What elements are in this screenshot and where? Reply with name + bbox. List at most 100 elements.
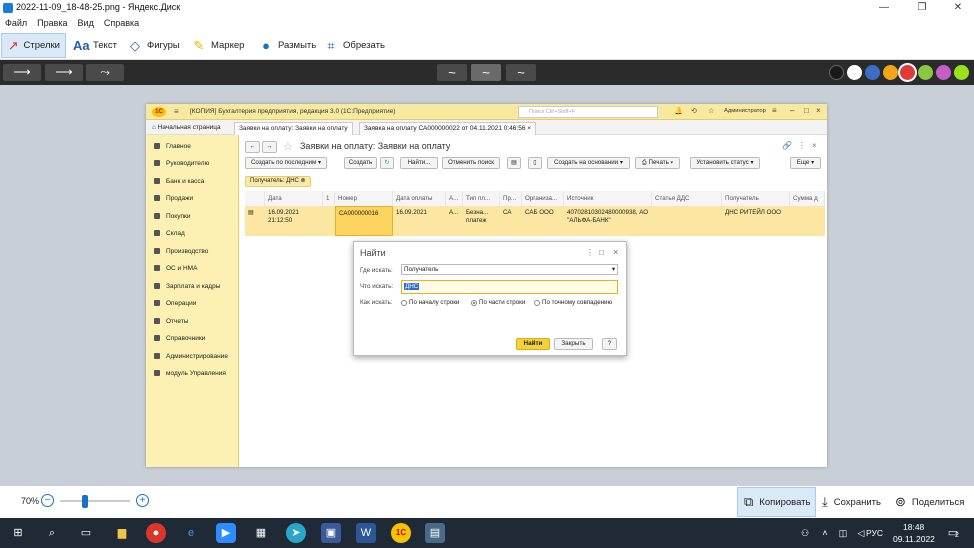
- col-pay-date[interactable]: Дата оплаты: [393, 191, 446, 206]
- more-icon[interactable]: ≡: [772, 106, 777, 115]
- col-source[interactable]: Источник: [564, 191, 652, 206]
- sidebar-item-main[interactable]: Главное: [154, 141, 191, 151]
- copy-button[interactable]: ⧉ Копировать: [737, 487, 816, 517]
- network-icon[interactable]: ◫: [833, 523, 853, 543]
- create-by-last-button[interactable]: Создать по последним ▾: [245, 157, 327, 169]
- back-button[interactable]: ←: [245, 141, 260, 153]
- sidebar-item-manager[interactable]: Руководителю: [154, 158, 209, 168]
- col-recipient[interactable]: Получатель: [722, 191, 790, 206]
- arrow-style-2-icon[interactable]: ⟶: [45, 64, 83, 81]
- help-button[interactable]: ?: [602, 338, 617, 350]
- remove-filter-icon[interactable]: ⊗: [301, 178, 306, 184]
- clock-time[interactable]: 18:48: [903, 522, 924, 532]
- tab-home[interactable]: ⌂ Начальная страница: [148, 122, 225, 135]
- col-number[interactable]: Номер: [335, 191, 393, 206]
- col-type[interactable]: Тип пл...: [463, 191, 500, 206]
- color-green-swatch[interactable]: [918, 65, 933, 80]
- language-indicator[interactable]: РУС: [866, 528, 883, 538]
- telegram-icon[interactable]: ➤: [286, 523, 306, 543]
- close-dialog-button[interactable]: Закрыть: [554, 338, 593, 350]
- tool-arrows[interactable]: ↗ Стрелки: [1, 33, 66, 58]
- color-orange-swatch[interactable]: [883, 65, 898, 80]
- sidebar-item-payroll[interactable]: Зарплата и кадры: [154, 281, 220, 291]
- table-row[interactable]: ▤ 16.09.2021 21:12:50 СА000000016 16.09.2…: [245, 206, 825, 236]
- tool-marker[interactable]: ✎ Маркер: [186, 33, 249, 58]
- close-button[interactable]: ✕: [940, 0, 974, 16]
- minimize-1c-icon[interactable]: –: [790, 106, 794, 115]
- line-thick-icon[interactable]: ~: [506, 64, 536, 81]
- tab-requests-list[interactable]: Заявки на оплату: Заявки на оплату: [234, 122, 353, 135]
- onec-search-input[interactable]: Поиск Ctrl+Shift+F: [518, 106, 658, 118]
- tool-text[interactable]: Aa Текст: [68, 33, 122, 58]
- close-form-icon[interactable]: ×: [812, 141, 817, 150]
- print-button[interactable]: ⎙ Печать ▾: [635, 157, 680, 169]
- onec-taskbar-icon[interactable]: 1С: [391, 523, 411, 543]
- sidebar-item-sales[interactable]: Продажи: [154, 193, 193, 203]
- doc-icon[interactable]: ▯: [528, 157, 542, 169]
- arrow-style-1-icon[interactable]: ⟶: [3, 64, 41, 81]
- dialog-more-icon[interactable]: ⋮: [586, 248, 594, 257]
- sidebar-item-warehouse[interactable]: Склад: [154, 228, 185, 238]
- color-purple-swatch[interactable]: [936, 65, 951, 80]
- col-org[interactable]: Организа...: [522, 191, 564, 206]
- zoom-slider-thumb[interactable]: [81, 495, 88, 508]
- dialog-maximize-icon[interactable]: □: [599, 248, 604, 257]
- clock-date[interactable]: 09.11.2022: [893, 534, 935, 544]
- favorite-star-icon[interactable]: ☆: [283, 140, 293, 153]
- sidebar-item-production[interactable]: Производство: [154, 246, 208, 256]
- col-a[interactable]: А...: [446, 191, 463, 206]
- network-app-icon[interactable]: ▣: [321, 523, 341, 543]
- col-pr[interactable]: Пр...: [500, 191, 522, 206]
- calculator-icon[interactable]: ▦: [251, 523, 271, 543]
- zoom-out-icon[interactable]: −: [41, 494, 54, 507]
- menu-edit[interactable]: Правка: [32, 16, 72, 30]
- sidebar-item-module[interactable]: модуль Управления: [154, 368, 226, 378]
- line-medium-icon[interactable]: ~: [471, 64, 501, 81]
- zoom-in-icon[interactable]: +: [136, 494, 149, 507]
- maximize-1c-icon[interactable]: □: [804, 106, 809, 115]
- dialog-close-icon[interactable]: ×: [613, 247, 618, 257]
- tab-request-doc[interactable]: Заявка на оплату СА000000022 от 04.11.20…: [359, 122, 537, 135]
- where-select[interactable]: Получатель ▾: [401, 264, 618, 275]
- bell-icon[interactable]: 🔔: [674, 107, 683, 115]
- forward-button[interactable]: →: [262, 141, 277, 153]
- file-explorer-icon[interactable]: ▆: [112, 523, 132, 543]
- menu-file[interactable]: Файл: [0, 16, 32, 30]
- sidebar-item-bank[interactable]: Банк и касса: [154, 176, 204, 186]
- menu-help[interactable]: Справка: [99, 16, 144, 30]
- create-button[interactable]: Создать: [344, 157, 377, 169]
- menu-icon[interactable]: ≡: [174, 107, 179, 116]
- sidebar-item-reports[interactable]: Отчеты: [154, 316, 188, 326]
- radio-start[interactable]: По началу строки: [401, 299, 459, 306]
- people-icon[interactable]: ⚇: [795, 523, 815, 543]
- color-white-swatch[interactable]: [847, 65, 862, 80]
- radio-part[interactable]: По части строки: [471, 299, 525, 306]
- color-black-swatch[interactable]: [829, 65, 844, 80]
- task-view-icon[interactable]: ▭: [76, 523, 96, 543]
- filter-chip[interactable]: Получатель: ДНС ⊗: [245, 176, 311, 187]
- sidebar-item-purchases[interactable]: Покупки: [154, 211, 190, 221]
- edge-icon[interactable]: e: [181, 523, 201, 543]
- list-view-icon[interactable]: ▤: [507, 157, 521, 169]
- more-button[interactable]: Еще ▾: [790, 157, 821, 169]
- zoom-slider[interactable]: [60, 500, 130, 502]
- zoom-app-icon[interactable]: ▶: [216, 523, 236, 543]
- close-tab-icon[interactable]: ×: [527, 125, 531, 132]
- chrome-icon[interactable]: ●: [146, 523, 166, 543]
- windows-start-icon[interactable]: ⊞: [8, 523, 28, 543]
- star-icon[interactable]: ☆: [708, 107, 714, 115]
- create-based-button[interactable]: Создать на основании ▾: [547, 157, 630, 169]
- col-sort[interactable]: 1: [323, 191, 335, 206]
- search-icon[interactable]: ⌕: [42, 523, 62, 543]
- maximize-button[interactable]: ❐: [904, 0, 940, 16]
- line-thin-icon[interactable]: ~: [437, 64, 467, 81]
- yandex-disk-taskbar-icon[interactable]: ▤: [425, 523, 445, 543]
- more-vertical-icon[interactable]: ⋮: [798, 141, 806, 150]
- sidebar-item-operations[interactable]: Операции: [154, 298, 196, 308]
- save-button[interactable]: ⤓ Сохранить: [822, 487, 881, 517]
- what-input[interactable]: ДНС: [401, 280, 618, 294]
- tool-crop[interactable]: ⌗ Обрезать: [318, 33, 390, 58]
- history-icon[interactable]: ⟲: [691, 107, 697, 115]
- set-status-button[interactable]: Установить статус ▾: [690, 157, 760, 169]
- sidebar-item-assets[interactable]: ОС и НМА: [154, 263, 197, 273]
